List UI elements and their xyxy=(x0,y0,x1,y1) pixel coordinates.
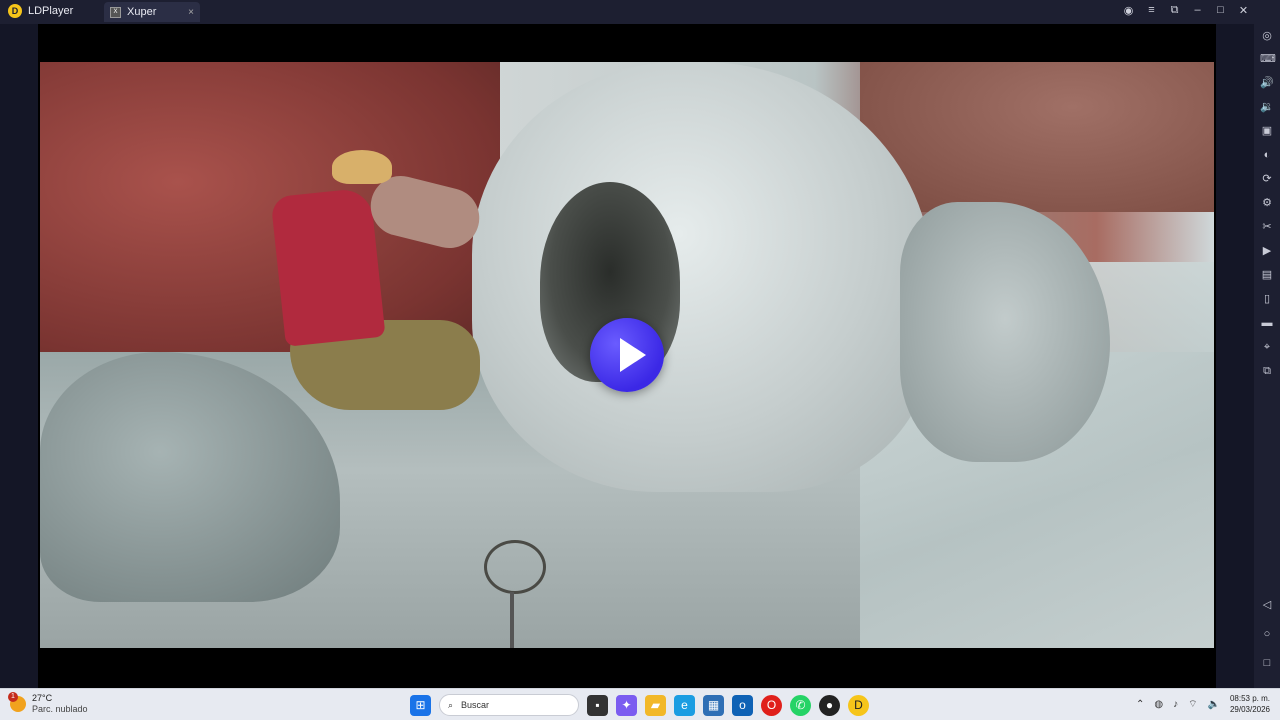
window-titlebar: D LDPlayer X Xuper × ◉ ≡ ⧉ – □ ✕ xyxy=(0,0,1280,24)
weather-temp: 27°C xyxy=(32,693,53,703)
folder-icon[interactable]: ▬ xyxy=(1260,316,1274,330)
rope-scene xyxy=(510,592,514,648)
windows-taskbar: 1 27°C Parc. nublado ⊞ ⌕ Buscar ▪ ✦ ▰ e … xyxy=(0,688,1280,720)
opera-icon[interactable]: O xyxy=(761,694,782,716)
location-icon[interactable]: ⌖ xyxy=(1260,340,1274,354)
microphone-icon[interactable]: ♪ xyxy=(1173,699,1178,710)
task-view-icon[interactable]: ▪ xyxy=(587,694,608,716)
app-brand[interactable]: D LDPlayer xyxy=(8,4,73,18)
robot-icon[interactable]: ⚙ xyxy=(1260,196,1274,210)
sync-icon[interactable]: ⟳ xyxy=(1260,172,1274,186)
clock-time: 08:53 p. m. xyxy=(1229,694,1270,703)
account-icon[interactable]: ◉ xyxy=(1122,4,1135,17)
file-explorer-icon[interactable]: ▰ xyxy=(645,694,666,716)
person-hat-scene xyxy=(332,150,392,184)
store-icon[interactable]: ▦ xyxy=(703,694,724,716)
ldplayer-logo-icon: D xyxy=(8,4,22,18)
cliff-right-scene xyxy=(860,62,1214,212)
search-input[interactable]: ⌕ Buscar xyxy=(439,694,579,716)
metal-ring-scene xyxy=(484,540,546,594)
tab-label: Xuper xyxy=(127,6,157,18)
weather-widget[interactable]: 1 27°C Parc. nublado xyxy=(8,692,88,715)
apk-icon[interactable]: ▤ xyxy=(1260,268,1274,282)
restore-size-icon[interactable]: ⧉ xyxy=(1168,4,1181,17)
speaker-icon[interactable]: 🔈 xyxy=(1208,699,1220,710)
menu-icon[interactable]: ≡ xyxy=(1145,4,1158,17)
system-tray: ⌃ ◍ ♪ ⌔ 🔈 08:53 p. m. 29/03/2026 xyxy=(1136,693,1270,715)
copilot-icon[interactable]: ✦ xyxy=(616,694,637,716)
clock-date: 29/03/2026 xyxy=(1229,705,1270,714)
volume-up-icon[interactable]: 🔊 xyxy=(1260,76,1274,90)
play-icon[interactable] xyxy=(620,338,646,372)
person-body-scene xyxy=(270,187,386,347)
outlook-icon[interactable]: o xyxy=(732,694,753,716)
tab-xuper[interactable]: X Xuper × xyxy=(104,2,200,22)
volume-down-icon[interactable]: 🔉 xyxy=(1260,100,1274,114)
search-icon: ⌕ xyxy=(448,699,454,710)
taskbar-apps: ⊞ ⌕ Buscar ▪ ✦ ▰ e ▦ o O ✆ ● D xyxy=(410,694,869,716)
app-red-icon[interactable]: ● xyxy=(819,694,840,716)
chevron-up-icon[interactable]: ⌃ xyxy=(1136,699,1144,710)
emulator-sidebar: ◎ ⌨ 🔊 🔉 ▣ ◐ ⟳ ⚙ ✂ ▶ ▤ ▯ ▬ ⌖ ⧉ ◁ ○ □ xyxy=(1254,24,1280,688)
rock-right-scene xyxy=(900,202,1110,462)
wifi-icon[interactable]: ⌔ xyxy=(1188,698,1197,711)
weather-condition: Parc. nublado xyxy=(32,704,88,714)
maximize-icon[interactable]: □ xyxy=(1214,4,1227,17)
gamepad-icon[interactable]: ◎ xyxy=(1260,29,1274,43)
weather-icon: 1 xyxy=(8,692,26,712)
xuper-app-icon: X xyxy=(110,6,121,18)
screenshot-icon[interactable]: ▣ xyxy=(1260,124,1274,138)
close-icon[interactable]: ✕ xyxy=(1237,4,1250,17)
multi-instance-icon[interactable]: ⧉ xyxy=(1260,364,1274,378)
tab-close-icon[interactable]: × xyxy=(188,7,194,18)
edge-icon[interactable]: e xyxy=(674,694,695,716)
record-icon[interactable]: ◐ xyxy=(1260,148,1274,162)
phone-shake-icon[interactable]: ▯ xyxy=(1260,292,1274,306)
scissors-icon[interactable]: ✂ xyxy=(1260,220,1274,234)
minimize-icon[interactable]: – xyxy=(1191,4,1204,17)
window-controls: ◉ ≡ ⧉ – □ ✕ xyxy=(1122,4,1250,17)
recents-icon[interactable]: □ xyxy=(1260,656,1274,670)
notification-badge: 1 xyxy=(8,692,18,702)
ldplayer-icon[interactable]: D xyxy=(848,694,869,716)
search-placeholder: Buscar xyxy=(461,700,490,710)
back-icon[interactable]: ◁ xyxy=(1260,598,1274,612)
app-name: LDPlayer xyxy=(28,5,74,17)
start-icon[interactable]: ⊞ xyxy=(410,694,431,716)
clock[interactable]: 08:53 p. m. 29/03/2026 xyxy=(1230,693,1270,715)
video-icon[interactable]: ▶ xyxy=(1260,244,1274,258)
weather-text: 27°C Parc. nublado xyxy=(32,693,88,715)
keyboard-icon[interactable]: ⌨ xyxy=(1260,52,1276,66)
network-icon[interactable]: ◍ xyxy=(1154,699,1163,710)
whatsapp-icon[interactable]: ✆ xyxy=(790,694,811,716)
home-icon[interactable]: ○ xyxy=(1260,627,1274,641)
